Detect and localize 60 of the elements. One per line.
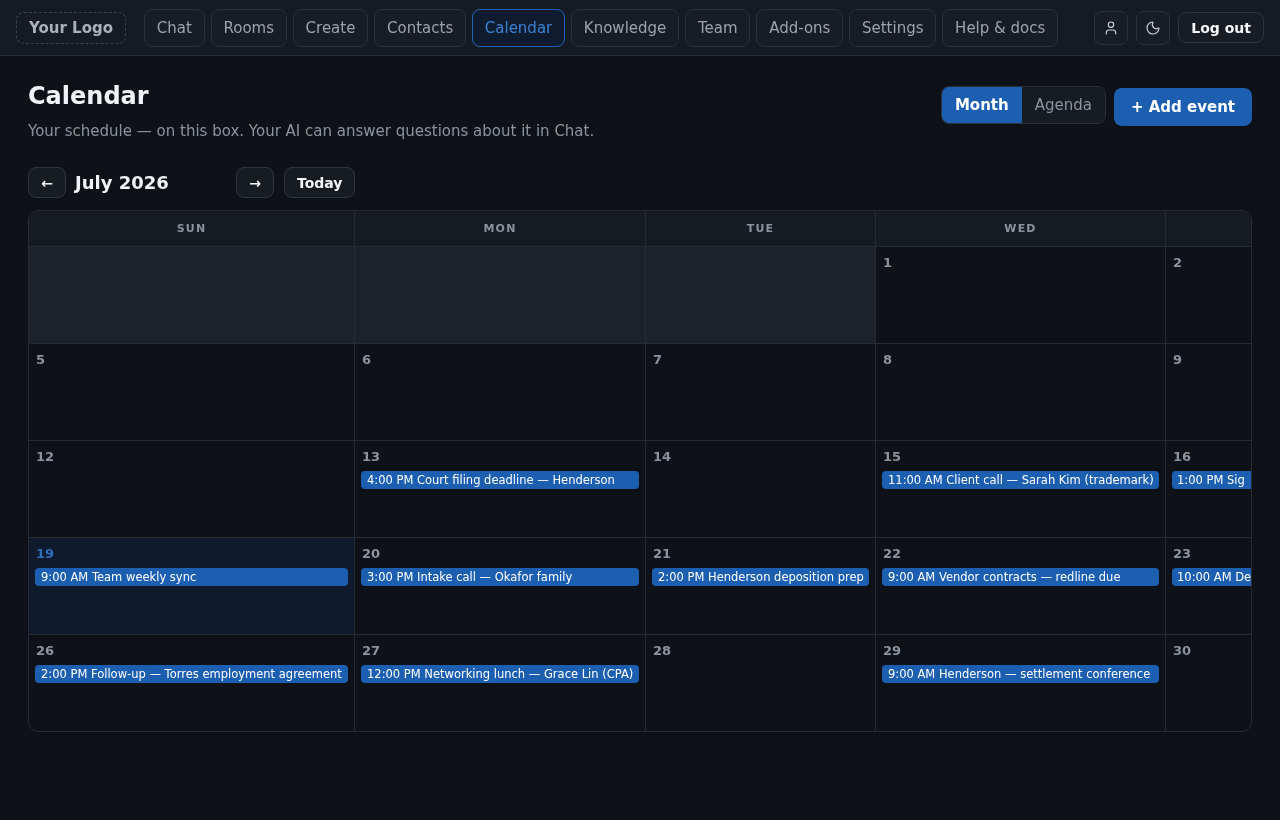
nav-tab[interactable]: Calendar	[472, 8, 566, 47]
calendar-event[interactable]: 4:00 PM Court filing deadline — Henderson	[361, 471, 639, 489]
add-event-button[interactable]: + Add event	[1113, 88, 1252, 126]
calendar-event[interactable]: 2:00 PM Follow-up — Torres employment agreement	[35, 665, 348, 683]
page-subtitle: Your schedule — on this box. Your AI can answer questions about it in Chat.	[28, 121, 595, 141]
day-number: 16	[1172, 449, 1193, 465]
calendar-event[interactable]: 10:00 AM De	[1172, 568, 1251, 586]
calendar-event[interactable]: 12:00 PM Networking lunch — Grace Lin (CPA)	[361, 665, 639, 683]
nav-tab[interactable]: Contacts	[374, 8, 466, 47]
nav-tab[interactable]: Create	[292, 8, 369, 47]
day-number: 30	[1172, 643, 1193, 659]
logo-text: Your Logo	[29, 18, 113, 37]
day-number: 20	[361, 546, 382, 562]
weekday-header: SUN	[29, 211, 354, 246]
day-number: 21	[652, 546, 673, 562]
calendar-event[interactable]: 2:00 PM Henderson deposition prep	[652, 568, 869, 586]
day-number: 27	[361, 643, 382, 659]
weekday-header: WED	[875, 211, 1165, 246]
day-number: 26	[35, 643, 56, 659]
weekday-header: MON	[354, 211, 645, 246]
calendar-event[interactable]: 11:00 AM Client call — Sarah Kim (trademark)	[882, 471, 1159, 489]
profile-button[interactable]	[1094, 10, 1129, 45]
day-number: 19	[35, 546, 56, 562]
nav-tab[interactable]: Chat	[144, 8, 205, 47]
day-number: 13	[361, 449, 382, 465]
today-button[interactable]: Today	[284, 167, 356, 198]
day-number: 7	[652, 352, 664, 368]
nav-tab[interactable]: Settings	[849, 8, 937, 47]
day-number: 28	[652, 643, 673, 659]
day-number: 6	[361, 352, 373, 368]
page-title: Calendar	[28, 82, 149, 111]
day-number: 8	[882, 352, 894, 368]
next-month-button[interactable]: →	[236, 167, 274, 198]
nav-tab[interactable]: Help & docs	[942, 8, 1059, 47]
month-label: July 2026	[75, 172, 170, 193]
day-number: 9	[1172, 352, 1184, 368]
day-number: 5	[35, 352, 47, 368]
day-number: 14	[652, 449, 673, 465]
logout-button[interactable]: Log out	[1178, 12, 1264, 43]
day-number: 22	[882, 546, 903, 562]
calendar-event[interactable]: 1:00 PM Sig	[1172, 471, 1251, 489]
day-number: 2	[1172, 255, 1184, 271]
day-number: 23	[1172, 546, 1193, 562]
nav-tab[interactable]: Rooms	[210, 8, 287, 47]
day-number: 15	[882, 449, 903, 465]
calendar-event[interactable]: 9:00 AM Team weekly sync	[35, 568, 348, 586]
day-number: 12	[35, 449, 56, 465]
calendar-event[interactable]: 9:00 AM Henderson — settlement conference	[882, 665, 1159, 683]
moon-icon	[1145, 19, 1162, 36]
day-number: 29	[882, 643, 903, 659]
nav-tab[interactable]: Team	[685, 8, 751, 47]
calendar-event[interactable]: 3:00 PM Intake call — Okafor family	[361, 568, 639, 586]
weekday-header: TUE	[645, 211, 875, 246]
nav-tab[interactable]: Add-ons	[756, 8, 844, 47]
previous-month-button[interactable]: ←	[28, 167, 66, 198]
day-number: 1	[882, 255, 894, 271]
nav-tab[interactable]: Knowledge	[571, 8, 680, 47]
calendar-event[interactable]: 9:00 AM Vendor contracts — redline due	[882, 568, 1159, 586]
view-tab[interactable]: Month	[941, 87, 1022, 123]
theme-toggle-button[interactable]	[1136, 10, 1171, 45]
